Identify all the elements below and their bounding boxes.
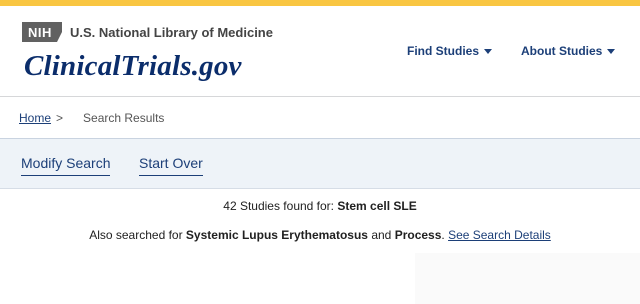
nlm-title: U.S. National Library of Medicine <box>70 24 273 40</box>
about-studies-menu[interactable]: About Studies <box>521 44 616 58</box>
breadcrumb-current: Search Results <box>83 110 165 125</box>
caret-down-icon <box>484 49 492 54</box>
breadcrumb-home-link[interactable]: Home <box>19 111 51 125</box>
find-studies-label: Find Studies <box>407 44 479 58</box>
results-count: 42 Studies found for: Stem cell SLE <box>0 199 640 213</box>
about-studies-label: About Studies <box>521 44 603 58</box>
site-logo-title[interactable]: ClinicalTrials.gov <box>24 50 242 83</box>
breadcrumb: Home > Search Results <box>0 97 640 139</box>
breadcrumb-separator: > <box>56 110 64 125</box>
search-query-term: Stem cell SLE <box>337 199 417 213</box>
also-searched-and: and <box>367 228 395 242</box>
modify-search-link[interactable]: Modify Search <box>21 155 111 176</box>
find-studies-menu[interactable]: Find Studies <box>407 44 492 58</box>
nlm-branding[interactable]: NIH U.S. National Library of Medicine <box>22 22 273 42</box>
search-action-bar: Modify Search Start Over <box>0 139 640 189</box>
also-searched-prefix: Also searched for <box>89 228 186 242</box>
site-header: NIH U.S. National Library of Medicine Cl… <box>0 6 640 97</box>
content-panel <box>415 253 640 304</box>
start-over-link[interactable]: Start Over <box>139 155 203 176</box>
nih-logo-icon: NIH <box>22 22 62 42</box>
caret-down-icon <box>607 49 616 54</box>
also-searched-term-1: Systemic Lupus Erythematosus <box>185 228 368 242</box>
results-count-text: 42 Studies found for: <box>223 199 338 213</box>
also-searched-line: Also searched for Systemic Lupus Erythem… <box>0 228 640 242</box>
see-search-details-link[interactable]: See Search Details <box>448 228 551 242</box>
also-searched-term-2: Process <box>394 228 442 242</box>
